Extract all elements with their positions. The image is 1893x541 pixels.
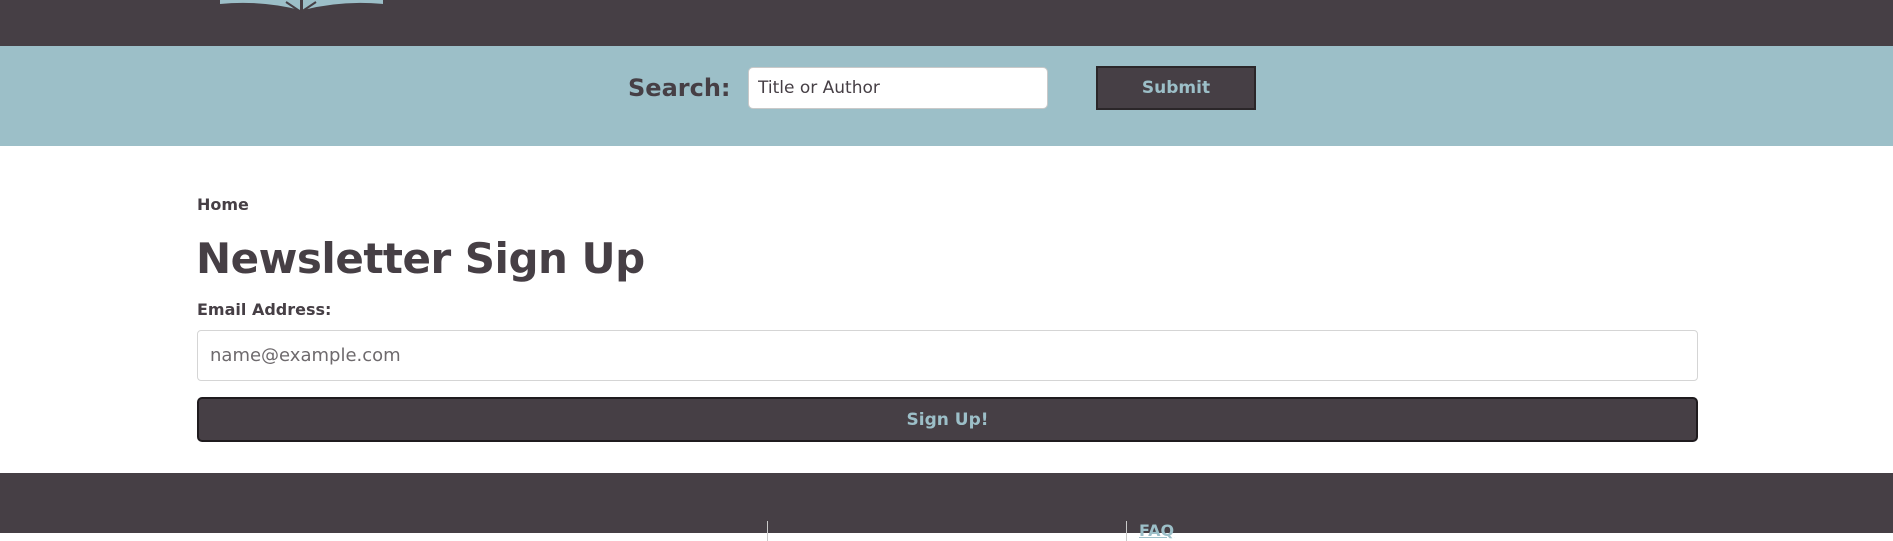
breadcrumb-home[interactable]: Home [197, 195, 249, 214]
footer-link-faq[interactable]: FAQ [1139, 521, 1174, 540]
footer-divider [767, 521, 768, 541]
top-bar [0, 0, 1893, 46]
footer-divider [1126, 521, 1127, 541]
search-input[interactable] [748, 67, 1048, 109]
page-title: Newsletter Sign Up [196, 234, 645, 283]
email-field[interactable] [197, 330, 1698, 381]
sign-up-button[interactable]: Sign Up! [197, 397, 1698, 442]
email-label: Email Address: [197, 300, 332, 319]
footer: FAQ [0, 473, 1893, 541]
open-book-icon[interactable] [220, 0, 383, 14]
submit-button[interactable]: Submit [1096, 66, 1256, 110]
search-label: Search: [628, 74, 731, 102]
